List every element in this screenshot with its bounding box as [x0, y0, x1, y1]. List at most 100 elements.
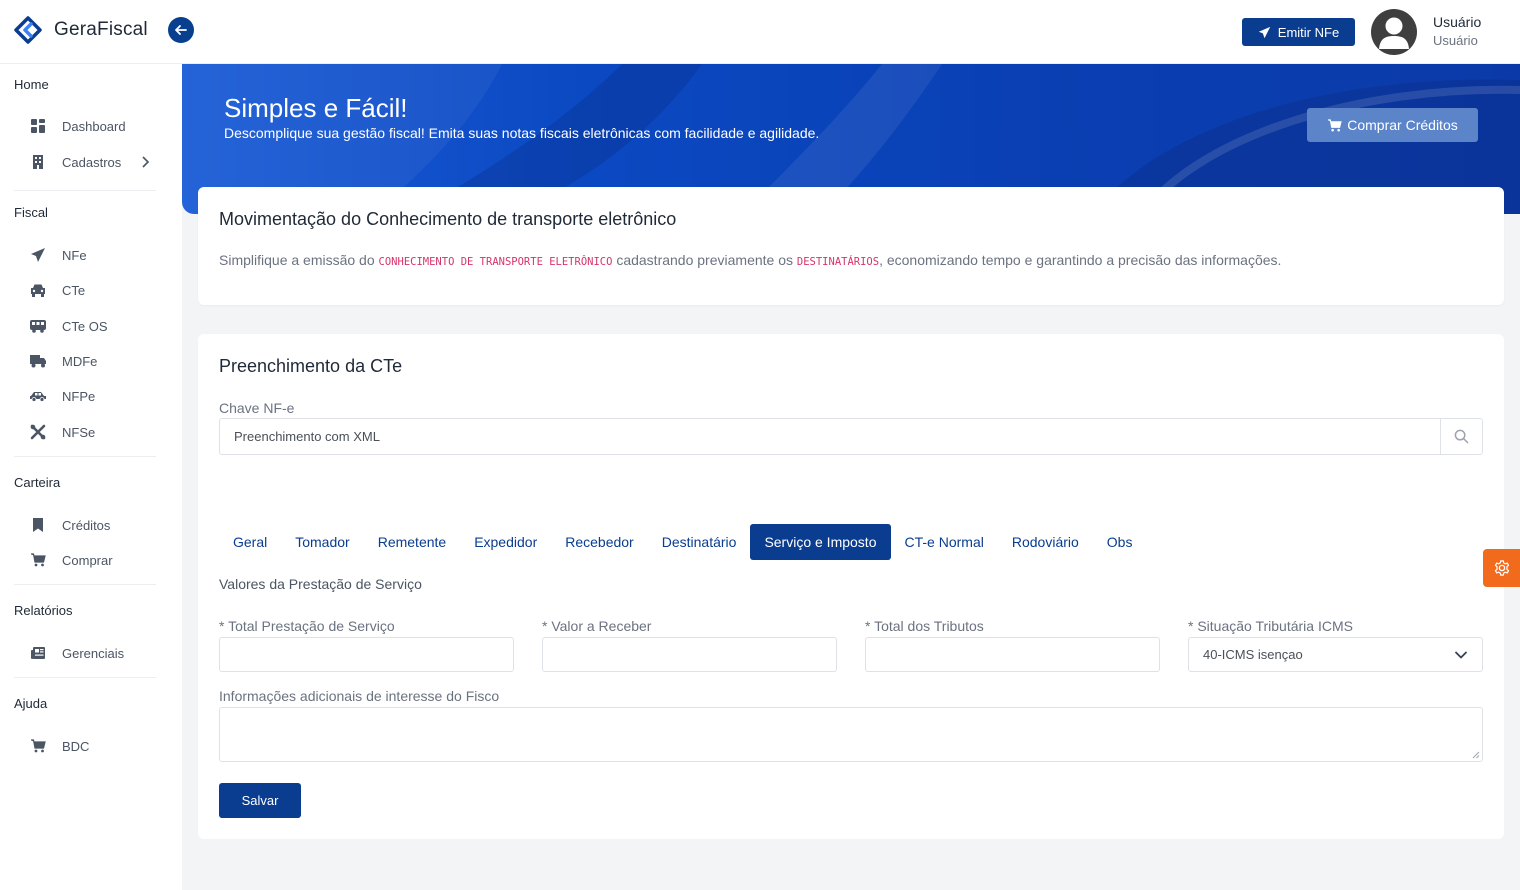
- sidebar-item-nfse[interactable]: NFSe: [28, 417, 168, 447]
- sidebar-divider: [14, 456, 156, 457]
- brand-name[interactable]: GeraFiscal: [54, 19, 148, 41]
- tab-recebedor[interactable]: Recebedor: [551, 524, 648, 560]
- total-prestacao-input[interactable]: [219, 637, 514, 672]
- sidebar-item-cte[interactable]: CTe: [28, 275, 168, 305]
- tab-servico-imposto[interactable]: Serviço e Imposto: [750, 524, 891, 560]
- tab-destinatario[interactable]: Destinatário: [648, 524, 751, 560]
- total-tributos-label: * Total dos Tributos: [865, 618, 984, 634]
- tab-remetente[interactable]: Remetente: [364, 524, 460, 560]
- sidebar-item-label: NFPe: [62, 388, 96, 404]
- collapse-sidebar-button[interactable]: [168, 17, 194, 43]
- sidebar-section-relatorios: Relatórios: [14, 603, 73, 618]
- valor-receber-label: * Valor a Receber: [542, 618, 652, 634]
- car-icon: [28, 280, 48, 300]
- sidebar-item-label: Comprar: [62, 552, 113, 568]
- user-avatar[interactable]: [1371, 9, 1417, 55]
- truck-icon: [28, 351, 48, 371]
- info-fisco-label: Informações adicionais de interesse do F…: [219, 688, 500, 704]
- bookmark-icon: [28, 515, 48, 535]
- bus-icon: [28, 316, 48, 336]
- total-prestacao-label: * Total Prestação de Serviço: [219, 618, 395, 634]
- arrow-left-icon: [175, 25, 187, 35]
- tab-tomador[interactable]: Tomador: [281, 524, 363, 560]
- save-button[interactable]: Salvar: [219, 783, 301, 818]
- tab-geral[interactable]: Geral: [219, 524, 281, 560]
- sidebar-item-nfpe[interactable]: NFPe: [28, 381, 168, 411]
- emit-nfe-label: Emitir NFe: [1277, 24, 1340, 40]
- sidebar-item-label: BDC: [62, 738, 90, 754]
- cart-icon: [28, 550, 48, 570]
- sidebar: Home Dashboard Cadastros Fiscal NFe CTe …: [0, 64, 182, 890]
- search-icon: [1454, 429, 1469, 444]
- sidebar-item-label: NFSe: [62, 424, 96, 440]
- car-side-icon: [28, 386, 48, 406]
- grid-icon: [28, 116, 48, 136]
- banner-subtitle: Descomplique sua gestão fiscal! Emita su…: [224, 125, 820, 141]
- user-name[interactable]: Usuário: [1433, 14, 1481, 30]
- user-role: Usuário: [1433, 33, 1478, 48]
- sidebar-divider: [14, 584, 156, 585]
- cte-form-card: Preenchimento da CTe Chave NF-e Preenchi…: [198, 334, 1504, 839]
- tab-rodoviario[interactable]: Rodoviário: [998, 524, 1093, 560]
- info-fisco-textarea[interactable]: [219, 707, 1483, 762]
- sidebar-divider: [14, 677, 156, 678]
- sidebar-item-cadastros[interactable]: Cadastros: [28, 147, 168, 177]
- tab-expedidor[interactable]: Expedidor: [460, 524, 551, 560]
- total-tributos-input[interactable]: [865, 637, 1160, 672]
- gerafiscal-logo-icon[interactable]: [14, 16, 42, 44]
- sidebar-section-fiscal: Fiscal: [14, 205, 48, 220]
- sidebar-section-home: Home: [14, 77, 49, 92]
- buy-credits-button[interactable]: Comprar Créditos: [1307, 108, 1478, 142]
- sidebar-item-label: Gerenciais: [62, 645, 125, 661]
- cart-icon: [1328, 118, 1342, 131]
- sidebar-item-label: MDFe: [62, 353, 98, 369]
- sidebar-item-label: Cadastros: [62, 154, 122, 170]
- sidebar-item-gerenciais[interactable]: Gerenciais: [28, 638, 168, 668]
- form-tabs: Geral Tomador Remetente Expedidor Recebe…: [219, 524, 1146, 560]
- sidebar-item-label: CTe: [62, 282, 86, 298]
- sidebar-item-label: Dashboard: [62, 118, 126, 134]
- tab-obs[interactable]: Obs: [1093, 524, 1147, 560]
- emit-nfe-button[interactable]: Emitir NFe: [1242, 18, 1355, 46]
- chave-search-button[interactable]: [1440, 418, 1483, 455]
- chave-nfe-input[interactable]: Preenchimento com XML: [219, 418, 1462, 455]
- user-icon: [1379, 17, 1409, 49]
- intro-code-destinatarios: DESTINATÁRIOS: [796, 256, 880, 268]
- intro-title: Movimentação do Conhecimento de transpor…: [219, 209, 677, 229]
- intro-code-cte: CONHECIMENTO DE TRANSPORTE ELETRÔNICO: [378, 256, 613, 268]
- settings-floating-button[interactable]: [1483, 549, 1520, 587]
- intro-card: Movimentação do Conhecimento de transpor…: [198, 187, 1504, 305]
- sidebar-item-label: NFe: [62, 247, 87, 263]
- chave-nfe-label: Chave NF-e: [219, 400, 295, 416]
- paper-plane-icon: [28, 245, 48, 265]
- intro-text-part: cadastrando previamente os: [612, 252, 797, 268]
- sidebar-item-label: CTe OS: [62, 318, 108, 334]
- sidebar-section-ajuda: Ajuda: [14, 696, 48, 711]
- intro-text-part: , economizando tempo e garantindo a prec…: [879, 252, 1282, 268]
- form-title: Preenchimento da CTe: [219, 356, 403, 376]
- resize-grip-icon[interactable]: [1471, 750, 1480, 759]
- sidebar-item-mdfe[interactable]: MDFe: [28, 346, 168, 376]
- tools-icon: [28, 422, 48, 442]
- banner-title: Simples e Fácil!: [224, 93, 408, 123]
- chevron-right-icon: [142, 156, 150, 168]
- paper-plane-icon: [1258, 26, 1270, 38]
- tab-cte-normal[interactable]: CT-e Normal: [891, 524, 998, 560]
- chevron-down-icon: [1455, 651, 1467, 659]
- sidebar-item-cte-os[interactable]: CTe OS: [28, 311, 168, 341]
- situacao-icms-value: 40-ICMS isençao: [1203, 647, 1303, 662]
- gear-icon: [1494, 560, 1509, 576]
- sidebar-divider: [14, 190, 156, 191]
- top-bar: GeraFiscal Emitir NFe Usuário Usuário: [0, 0, 1520, 64]
- sidebar-item-bdc[interactable]: BDC: [28, 731, 168, 761]
- situacao-icms-select[interactable]: 40-ICMS isençao: [1188, 637, 1483, 672]
- situacao-icms-label: * Situação Tributária ICMS: [1188, 618, 1353, 634]
- newspaper-icon: [28, 643, 48, 663]
- sidebar-item-dashboard[interactable]: Dashboard: [28, 111, 168, 141]
- intro-text-part: Simplifique a emissão do: [219, 252, 379, 268]
- sidebar-section-carteira: Carteira: [14, 475, 61, 490]
- sidebar-item-nfe[interactable]: NFe: [28, 240, 168, 270]
- sidebar-item-creditos[interactable]: Créditos: [28, 510, 168, 540]
- valor-receber-input[interactable]: [542, 637, 837, 672]
- sidebar-item-comprar[interactable]: Comprar: [28, 545, 168, 575]
